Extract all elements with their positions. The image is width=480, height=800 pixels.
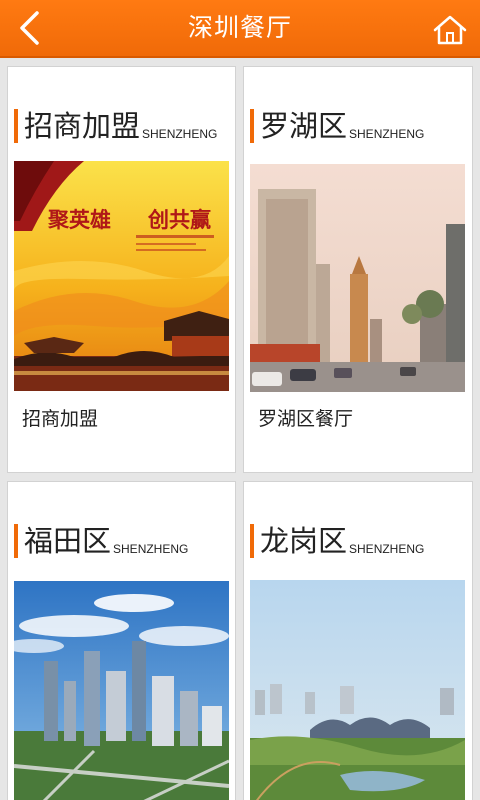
card-title: 龙岗区: [260, 524, 348, 558]
banner-slogan-2: 创共赢: [147, 207, 211, 232]
card-caption: 罗湖区餐厅: [258, 408, 354, 430]
home-icon: [433, 15, 467, 45]
longgang-city-image: [250, 580, 465, 800]
card-subtitle: SHENZHENG: [142, 127, 218, 141]
luohu-city-image: [250, 164, 465, 392]
category-card-luohu[interactable]: 罗湖区 SHENZHENG 罗湖区餐厅: [243, 66, 473, 473]
banner-slogan-1: 聚英雄: [47, 207, 111, 232]
category-card-longgang[interactable]: 龙岗区 SHENZHENG: [243, 481, 473, 800]
top-bar: 深圳餐厅: [0, 0, 480, 58]
accent-bar: [14, 524, 18, 558]
card-heading: 罗湖区 SHENZHENG: [250, 105, 424, 143]
card-caption: 招商加盟: [22, 408, 99, 430]
card-subtitle: SHENZHENG: [113, 542, 189, 556]
card-subtitle: SHENZHENG: [349, 127, 425, 141]
accent-bar: [250, 109, 254, 143]
accent-bar: [14, 109, 18, 143]
card-subtitle: SHENZHENG: [349, 542, 425, 556]
category-card-franchise[interactable]: 招商加盟 SHENZHENG 聚英雄 创共赢 招商加盟: [7, 66, 236, 473]
page-title: 深圳餐厅: [187, 13, 292, 42]
accent-bar: [250, 524, 254, 558]
futian-city-image: [14, 581, 229, 800]
card-heading: 龙岗区 SHENZHENG: [250, 520, 424, 558]
franchise-banner-image: 聚英雄 创共赢: [14, 161, 229, 391]
card-title: 福田区: [24, 524, 112, 558]
card-heading: 福田区 SHENZHENG: [14, 520, 188, 558]
card-title: 罗湖区: [260, 109, 348, 143]
home-button[interactable]: [428, 8, 472, 52]
card-heading: 招商加盟 SHENZHENG: [14, 105, 217, 143]
category-card-futian[interactable]: 福田区 SHENZHENG: [7, 481, 236, 800]
card-title: 招商加盟: [24, 109, 141, 143]
